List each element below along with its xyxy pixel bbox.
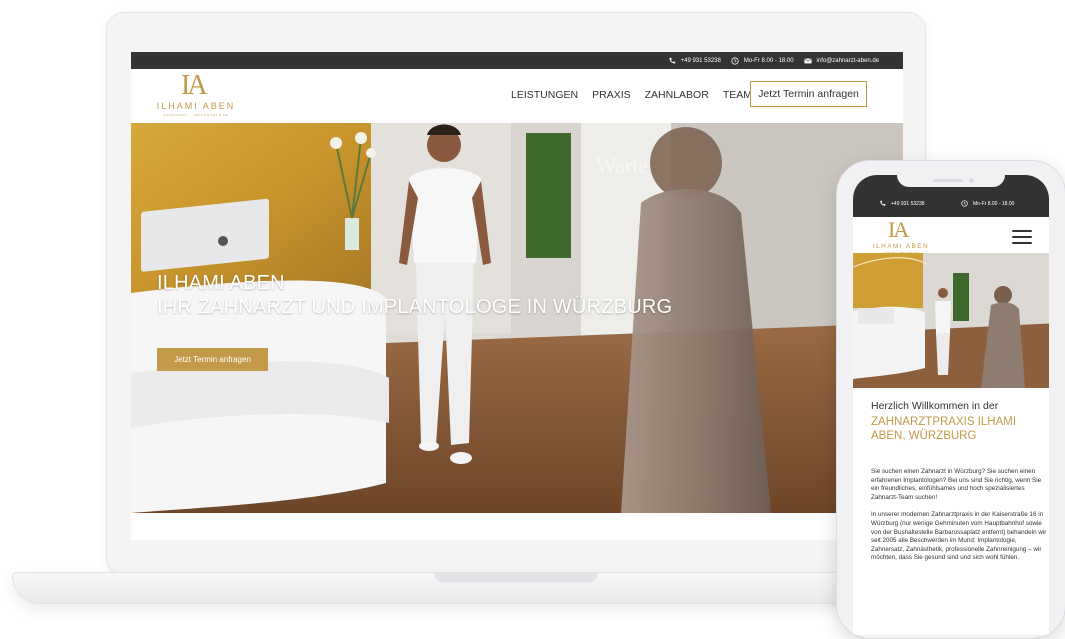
- contact-topbar: +49 931 53238 Mo-Fr 8.00 - 18.00 info@za…: [131, 52, 903, 69]
- phone-icon: [669, 57, 675, 63]
- mobile-website-screen: +49 931 53238 Mo-Fr 8.00 - 18.00 IA ILHA…: [853, 175, 1049, 635]
- mobile-intro-paragraph-2: In unserer modernen Zahnarztpraxis in de…: [871, 511, 1047, 562]
- mobile-hero-photo: [853, 253, 1049, 388]
- topbar-email[interactable]: info@zahnarzt-aben.de: [803, 57, 879, 65]
- topbar-email-text: info@zahnarzt-aben.de: [816, 57, 879, 64]
- mobile-intro-content: Herzlich Willkommen in der ZAHNARZTPRAXI…: [871, 400, 1049, 563]
- clock-icon: [961, 200, 968, 207]
- topbar-phone[interactable]: +49 931 53238: [668, 57, 721, 65]
- clock-icon: [731, 56, 739, 65]
- nav-item-zahnlabor[interactable]: ZAHNLABOR: [645, 89, 709, 101]
- phone-speaker: [933, 179, 963, 182]
- hero-section: Warte ILHAMI ABEN IHR ZAHNARZT UND IMPLA…: [131, 123, 903, 513]
- hamburger-menu-icon[interactable]: [1012, 230, 1032, 244]
- mobile-intro-paragraph-1: Sie suchen einen Zahnarzt in Würzburg? S…: [871, 468, 1042, 501]
- appointment-request-button[interactable]: Jetzt Termin anfragen: [750, 81, 867, 107]
- logo-name: ILHAMI ABEN: [156, 101, 236, 111]
- phone-icon: [880, 200, 886, 206]
- nav-item-team[interactable]: TEAM: [723, 89, 752, 101]
- hero-title-line-2: IHR ZAHNARZT UND IMPLANTOLOGE IN WÜRZBUR…: [157, 296, 673, 318]
- content-area-start: [131, 513, 903, 540]
- topbar-hours-text: Mo-Fr 8.00 - 18.00: [743, 57, 794, 64]
- brand-logo[interactable]: IA ILHAMI ABEN ZAHNARZT · IMPLANTOLOGE: [141, 72, 245, 118]
- mobile-topbar-hours: Mo-Fr 8.00 - 18.00: [961, 200, 1014, 207]
- mail-icon: [803, 57, 812, 63]
- phone-camera: [969, 178, 974, 183]
- nav-item-praxis[interactable]: PRAXIS: [592, 89, 631, 101]
- mobile-logo-name: ILHAMI ABEN: [872, 243, 930, 250]
- phone-notch: [897, 175, 1005, 187]
- laptop-notch: [434, 573, 598, 582]
- main-navbar: IA ILHAMI ABEN ZAHNARZT · IMPLANTOLOGE L…: [131, 69, 903, 123]
- hero-door-lettering: Warte: [596, 153, 648, 178]
- hero-appointment-button[interactable]: Jetzt Termin anfragen: [157, 348, 268, 371]
- mobile-welcome-heading: Herzlich Willkommen in der: [871, 400, 999, 412]
- mobile-phone-frame: +49 931 53238 Mo-Fr 8.00 - 18.00 IA ILHA…: [836, 160, 1065, 639]
- mobile-logo-monogram[interactable]: IA: [888, 219, 912, 241]
- mobile-topbar-phone-text: +49 931 53238: [891, 200, 925, 207]
- desktop-website-screen: +49 931 53238 Mo-Fr 8.00 - 18.00 info@za…: [131, 52, 903, 540]
- topbar-phone-text: +49 931 53238: [680, 57, 721, 64]
- mobile-topbar-phone[interactable]: +49 931 53238: [879, 200, 925, 207]
- hero-title-line-1: ILHAMI ABEN: [157, 272, 285, 294]
- nav-item-leistungen[interactable]: LEISTUNGEN: [511, 89, 578, 101]
- hero-title: ILHAMI ABEN IHR ZAHNARZT UND IMPLANTOLOG…: [157, 271, 672, 319]
- mobile-topbar-hours-text: Mo-Fr 8.00 - 18.00: [973, 200, 1015, 207]
- logo-tagline: ZAHNARZT · IMPLANTOLOGE: [163, 113, 229, 117]
- topbar-hours: Mo-Fr 8.00 - 18.00: [731, 56, 794, 65]
- logo-monogram: IA: [181, 70, 208, 101]
- nav-menu: LEISTUNGEN PRAXIS ZAHNLABOR TEAM: [511, 89, 752, 101]
- mobile-contact-topbar: +49 931 53238 Mo-Fr 8.00 - 18.00: [853, 175, 1049, 217]
- mobile-practice-heading: ZAHNARZTPRAXIS ILHAMI ABEN, WÜRZBURG: [871, 416, 1017, 442]
